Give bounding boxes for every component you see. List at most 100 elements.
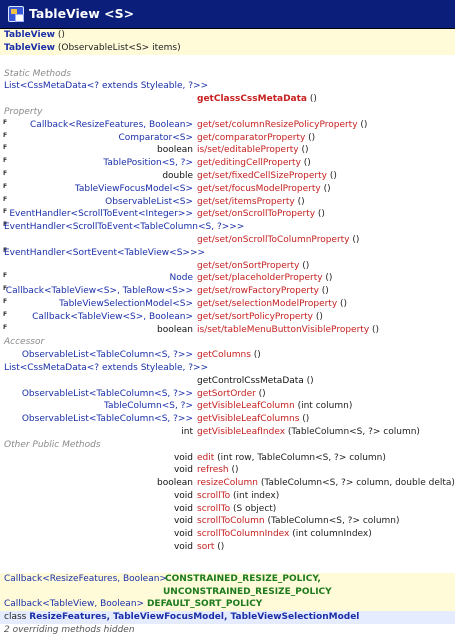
- hidden-methods-note[interactable]: 2 overriding methods hidden: [0, 624, 455, 637]
- property-row[interactable]: F Node get/set/placeholderProperty (): [0, 272, 455, 286]
- method-row[interactable]: boolean resizeColumn (TableColumn<S, ?> c…: [0, 477, 455, 490]
- return-type[interactable]: Node: [170, 272, 194, 285]
- method-row[interactable]: void sort (): [0, 541, 455, 554]
- nested-classes[interactable]: ResizeFeatures, TableViewFocusModel, Tab…: [29, 612, 359, 622]
- return-type[interactable]: TableViewSelectionModel<S>: [59, 298, 193, 311]
- constructor-row[interactable]: TableView (): [0, 29, 455, 42]
- method-name[interactable]: getVisibleLeafColumns: [197, 414, 299, 424]
- method-name[interactable]: get/set/rowFactoryProperty: [197, 286, 319, 296]
- return-type[interactable]: EventHandler<ScrollToEvent<Integer>>: [9, 208, 193, 221]
- return-type[interactable]: ObservableList<TableColumn<S, ?>>: [22, 388, 193, 401]
- property-row[interactable]: F TablePosition<S, ?> get/editingCellPrope…: [0, 157, 455, 170]
- method-name[interactable]: get/comparatorProperty: [197, 133, 305, 143]
- method-name[interactable]: getVisibleLeafIndex: [197, 427, 285, 437]
- accessor-row[interactable]: ObservableList<TableColumn<S, ?>> getVisi…: [0, 413, 455, 426]
- property-row[interactable]: F Callback<ResizeFeatures, Boolean> get/se…: [0, 118, 455, 132]
- method-name[interactable]: get/set/onSortProperty: [197, 261, 299, 271]
- method-name[interactable]: getControlCssMetaData: [197, 376, 304, 386]
- return-type: void: [173, 490, 193, 501]
- property-row[interactable]: F Comparator<S> get/comparatorProperty (): [0, 131, 455, 145]
- nested-classes-row[interactable]: class ResizeFeatures, TableViewFocusMode…: [0, 611, 455, 625]
- method-name[interactable]: scrollTo: [197, 504, 230, 514]
- field-name[interactable]: UNCONSTRAINED_RESIZE_POLICY: [163, 587, 332, 597]
- method-args: (): [303, 375, 314, 386]
- method-row[interactable]: void scrollTo (S object): [0, 502, 455, 516]
- accessor-row[interactable]: ObservableList<TableColumn<S, ?>> getColu…: [0, 349, 455, 362]
- return-type[interactable]: TablePosition<S, ?>: [103, 157, 193, 170]
- property-row[interactable]: Fdouble get/set/fixedCellSizeProperty (): [0, 169, 455, 183]
- constructor-row[interactable]: TableView (ObservableList<S> items): [0, 41, 455, 55]
- return-type[interactable]: ObservableList<TableColumn<S, ?>>: [22, 413, 193, 426]
- method-name[interactable]: get/set/focusModelProperty: [197, 184, 321, 194]
- method-name[interactable]: scrollToColumn: [197, 516, 265, 526]
- method-name[interactable]: getVisibleLeafColumn: [197, 401, 295, 411]
- field-row[interactable]: Callback<TableView, Boolean> DEFAULT_SOR…: [0, 598, 455, 612]
- property-row[interactable]: Fboolean is/set/tableMenuButtonVisiblePro…: [0, 323, 455, 337]
- method-name[interactable]: get/set/itemsProperty: [197, 197, 295, 207]
- field-name[interactable]: CONSTRAINED_RESIZE_POLICY,: [165, 574, 321, 584]
- return-type[interactable]: EventHandler<ScrollToEvent<TableColumn<S…: [4, 221, 244, 234]
- return-type[interactable]: ObservableList<S>: [105, 196, 193, 209]
- method-name[interactable]: scrollToColumnIndex: [197, 529, 289, 539]
- return-type[interactable]: Callback<ResizeFeatures, Boolean>: [30, 119, 193, 132]
- method-name[interactable]: get/set/columnResizePolicyProperty: [197, 120, 358, 130]
- property-row[interactable]: F Callback<TableView<S>, TableRow<S>> get/…: [0, 285, 455, 298]
- field-type[interactable]: Callback<ResizeFeatures, Boolean>: [4, 573, 167, 586]
- final-marker-icon: F: [3, 195, 8, 203]
- method-name[interactable]: get/editingCellProperty: [197, 158, 301, 168]
- property-row[interactable]: F ObservableList<S> get/set/itemsProperty …: [0, 195, 455, 209]
- property-row[interactable]: F EventHandler<ScrollToEvent<TableColumn<…: [0, 221, 455, 247]
- constructor-name[interactable]: TableView: [4, 30, 55, 40]
- property-row[interactable]: F EventHandler<ScrollToEvent<Integer>> get…: [0, 208, 455, 222]
- static-method-row[interactable]: List<CssMetaData<? extends Styleable, ?>…: [0, 80, 455, 106]
- return-type[interactable]: Comparator<S>: [118, 132, 193, 145]
- method-row[interactable]: void scrollTo (int index): [0, 489, 455, 503]
- return-type[interactable]: ObservableList<TableColumn<S, ?>>: [22, 349, 193, 362]
- method-name[interactable]: get/set/fixedCellSizeProperty: [197, 171, 327, 181]
- property-row[interactable]: Fboolean is/set/editableProperty (): [0, 144, 455, 158]
- constructor-name[interactable]: TableView: [4, 43, 55, 53]
- property-row[interactable]: F Callback<TableView<S>, Boolean> get/set/…: [0, 310, 455, 324]
- hidden-methods-text[interactable]: 2 overriding methods hidden: [4, 624, 135, 637]
- method-name[interactable]: edit: [197, 453, 214, 463]
- final-marker-icon: F: [3, 323, 8, 331]
- accessor-row[interactable]: List<CssMetaData<? extends Styleable, ?>…: [0, 361, 455, 388]
- return-type[interactable]: TableViewFocusModel<S>: [75, 183, 193, 196]
- method-name[interactable]: get/set/selectionModelProperty: [197, 299, 337, 309]
- property-row[interactable]: F TableViewSelectionModel<S> get/set/selec…: [0, 297, 455, 311]
- property-row[interactable]: F TableViewFocusModel<S> get/set/focusMode…: [0, 182, 455, 196]
- method-name[interactable]: resizeColumn: [197, 478, 258, 488]
- method-name[interactable]: scrollTo: [197, 491, 230, 501]
- return-type[interactable]: Callback<TableView<S>, Boolean>: [32, 311, 193, 324]
- return-type[interactable]: Callback<TableView<S>, TableRow<S>>: [6, 285, 193, 298]
- method-name[interactable]: get/set/onScrollToColumnProperty: [197, 235, 350, 245]
- method-name[interactable]: is/set/editableProperty: [197, 145, 299, 155]
- return-type[interactable]: List<CssMetaData<? extends Styleable, ?>…: [4, 80, 208, 93]
- method-row[interactable]: void scrollToColumnIndex (int columnIndex…: [0, 528, 455, 542]
- method-name[interactable]: get/set/sortPolicyProperty: [197, 312, 313, 322]
- accessor-row[interactable]: int getVisibleLeafIndex (TableColumn<S, ?…: [0, 425, 455, 439]
- method-name[interactable]: sort: [197, 542, 214, 552]
- method-row[interactable]: void refresh (): [0, 464, 455, 478]
- method-args: (): [326, 170, 337, 181]
- method-name[interactable]: getClassCssMetaData: [197, 94, 307, 104]
- method-name[interactable]: getSortOrder: [197, 389, 256, 399]
- property-row[interactable]: F EventHandler<SortEvent<TableView<S>>> ge…: [0, 246, 455, 273]
- method-name[interactable]: refresh: [197, 465, 229, 475]
- method-name[interactable]: getColumns: [197, 350, 251, 360]
- method-row[interactable]: void scrollToColumn (TableColumn<S, ?> co…: [0, 515, 455, 529]
- method-row[interactable]: void edit (int row, TableColumn<S, ?> col…: [0, 451, 455, 465]
- return-type[interactable]: TableColumn<S, ?>: [104, 400, 193, 413]
- accessor-row[interactable]: ObservableList<TableColumn<S, ?>> getSort…: [0, 387, 455, 401]
- method-name[interactable]: get/set/onScrollToProperty: [197, 209, 315, 219]
- return-type[interactable]: EventHandler<SortEvent<TableView<S>>>: [4, 247, 205, 260]
- method-name[interactable]: is/set/tableMenuButtonVisibleProperty: [197, 325, 369, 335]
- field-type[interactable]: Callback<TableView, Boolean>: [4, 599, 144, 609]
- accessor-row[interactable]: TableColumn<S, ?> getVisibleLeafColumn (i…: [0, 400, 455, 414]
- return-type: void: [173, 542, 193, 553]
- field-name[interactable]: DEFAULT_SORT_POLICY: [147, 599, 262, 609]
- return-type: boolean: [157, 145, 193, 156]
- method-name[interactable]: get/set/placeholderProperty: [197, 273, 323, 283]
- return-type[interactable]: List<CssMetaData<? extends Styleable, ?>…: [4, 362, 208, 375]
- field-row[interactable]: Callback<ResizeFeatures, Boolean> CONSTR…: [0, 572, 455, 599]
